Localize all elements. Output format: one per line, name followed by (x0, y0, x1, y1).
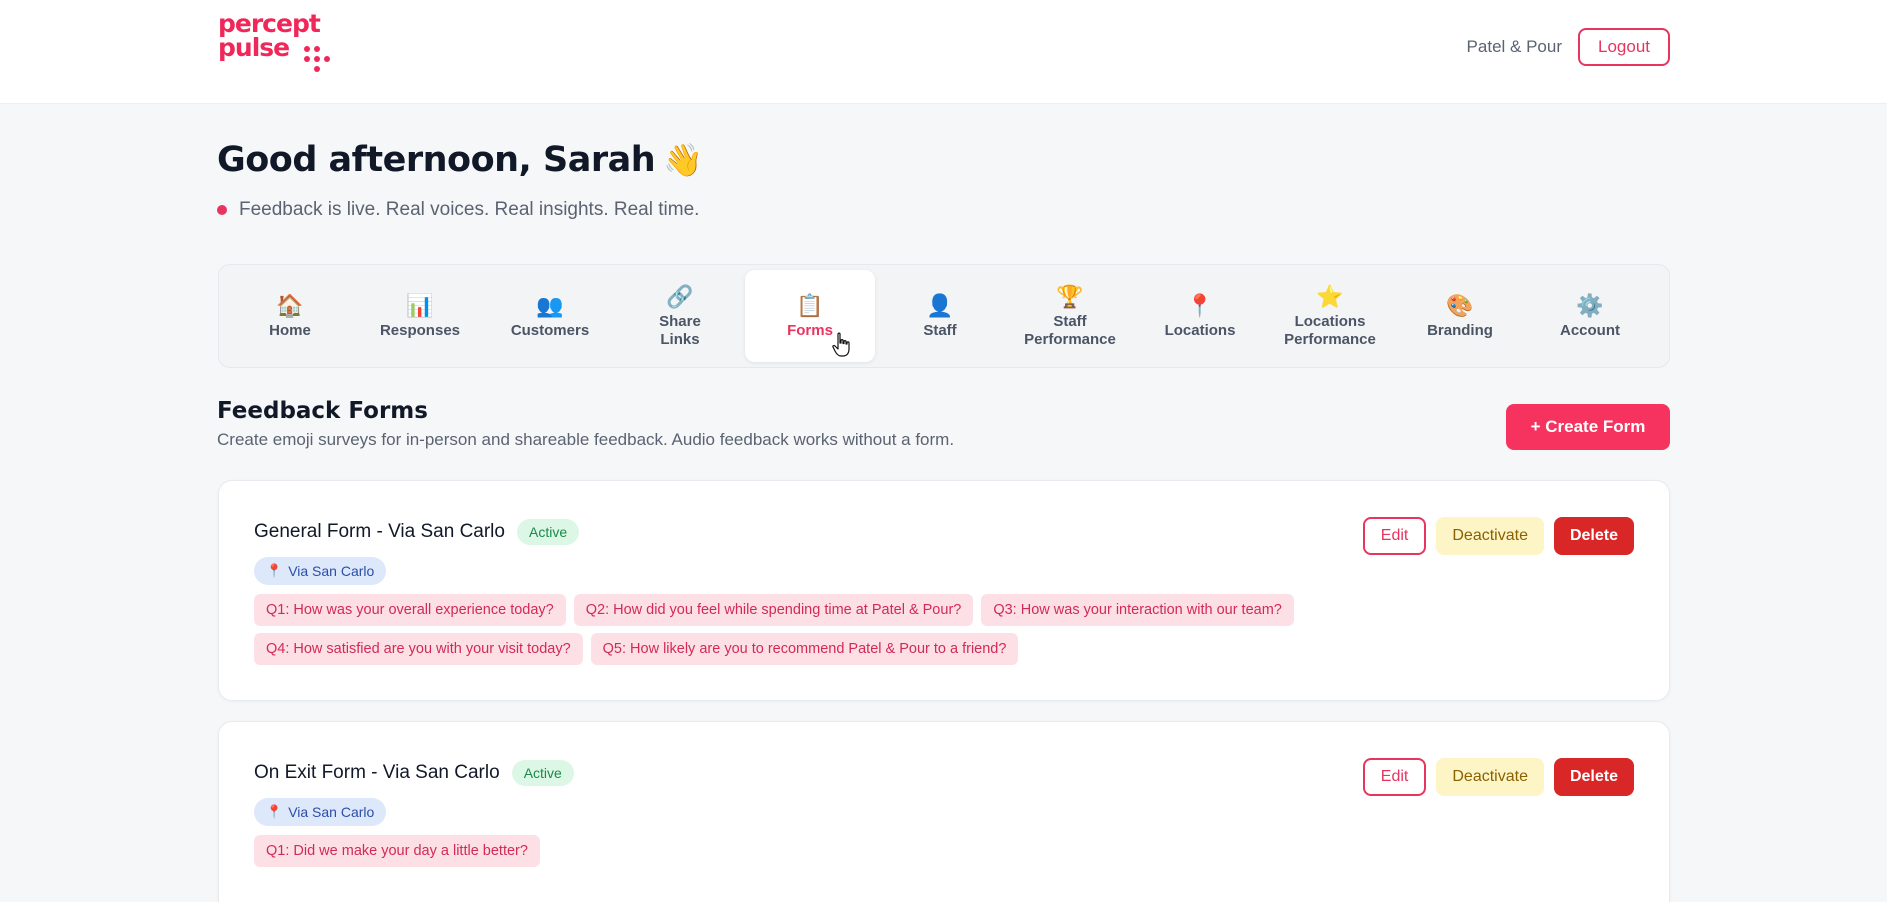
nav-item-home[interactable]: 🏠 Home (225, 270, 355, 362)
nav-item-staff-performance[interactable]: 🏆 Staff Performance (1005, 270, 1135, 362)
edit-button[interactable]: Edit (1362, 758, 1427, 796)
users-icon: 👥 (536, 293, 564, 318)
question-chip: Q1: Did we make your day a little better… (254, 835, 540, 867)
location-label: Via San Carlo (288, 563, 375, 579)
form-card: General Form - Via San Carlo Active 📍 Vi… (218, 480, 1670, 701)
delete-button[interactable]: Delete (1553, 517, 1634, 555)
nav-item-share-links[interactable]: 🔗 Share Links (615, 270, 745, 362)
questions-row: Q1: How was your overall experience toda… (254, 594, 1294, 626)
status-badge: Active (516, 519, 580, 545)
nav-item-locations-performance[interactable]: ⭐ Locations Performance (1265, 270, 1395, 362)
main-nav: 🏠 Home 📊 Responses 👥 Customers 🔗 Share L… (218, 264, 1670, 368)
clipboard-icon: 📋 (796, 293, 824, 318)
question-chip: Q4: How satisfied are you with your visi… (254, 633, 583, 665)
nav-label: Home (269, 322, 311, 339)
nav-label: Branding (1427, 322, 1493, 339)
nav-label: Staff Performance (1024, 313, 1116, 348)
edit-button[interactable]: Edit (1362, 517, 1427, 555)
pin-icon: 📍 (266, 804, 283, 819)
nav-item-account[interactable]: ⚙️ Account (1525, 270, 1655, 362)
page-title: Feedback Forms (217, 398, 428, 424)
nav-item-branding[interactable]: 🎨 Branding (1395, 270, 1525, 362)
status-badge: Active (511, 760, 574, 786)
create-form-button[interactable]: + Create Form (1506, 404, 1670, 450)
link-icon: 🔗 (666, 284, 694, 309)
greeting-text: Good afternoon, Sarah (217, 140, 656, 180)
live-tagline: Feedback is live. Real voices. Real insi… (239, 199, 700, 220)
trophy-icon: 🏆 (1056, 284, 1084, 309)
page-subtitle: Create emoji surveys for in-person and s… (217, 430, 955, 449)
header-account-area: Patel & Pour Logout (1467, 28, 1670, 66)
logout-button[interactable]: Logout (1578, 28, 1670, 66)
nav-label: Account (1560, 322, 1620, 339)
deactivate-button[interactable]: Deactivate (1436, 758, 1544, 796)
live-dot-icon (217, 205, 227, 215)
questions-row: Q1: Did we make your day a little better… (254, 835, 540, 867)
location-chip: 📍 Via San Carlo (254, 557, 387, 585)
logo-dots-icon (304, 46, 334, 76)
nav-label: Customers (510, 322, 590, 339)
business-name: Patel & Pour (1466, 37, 1562, 56)
form-title: On Exit Form - Via San Carlo (254, 762, 500, 783)
question-chip: Q2: How did you feel while spending time… (573, 594, 974, 626)
nav-label: Forms (787, 322, 833, 339)
form-title-row: On Exit Form - Via San Carlo Active (254, 760, 574, 786)
nav-item-responses[interactable]: 📊 Responses (355, 270, 485, 362)
nav-label: Share Links (659, 313, 701, 348)
star-icon: ⭐ (1316, 284, 1344, 309)
nav-label: Responses (379, 322, 461, 339)
nav-item-locations[interactable]: 📍 Locations (1135, 270, 1265, 362)
question-chip: Q5: How likely are you to recommend Pate… (590, 633, 1019, 665)
top-header: percept pulse Patel & Pour Logout (0, 0, 1887, 104)
delete-button[interactable]: Delete (1553, 758, 1634, 796)
deactivate-button[interactable]: Deactivate (1436, 517, 1544, 555)
form-actions: Edit Deactivate Delete (1362, 758, 1634, 796)
nav-item-forms[interactable]: 📋 Forms (745, 270, 875, 362)
person-icon: 👤 (926, 293, 954, 318)
nav-label: Locations Performance (1284, 313, 1376, 348)
pointer-hand-icon (832, 332, 850, 357)
palette-icon: 🎨 (1446, 293, 1474, 318)
pin-icon: 📍 (266, 563, 283, 578)
form-card: On Exit Form - Via San Carlo Active 📍 Vi… (218, 721, 1670, 902)
location-label: Via San Carlo (288, 804, 375, 820)
greeting-title: Good afternoon, Sarah 👋 (217, 140, 703, 180)
location-chip: 📍 Via San Carlo (254, 798, 387, 826)
questions-row: Q4: How satisfied are you with your visi… (254, 633, 1019, 665)
question-chip: Q3: How was your interaction with our te… (981, 594, 1294, 626)
house-icon: 🏠 (276, 293, 304, 318)
nav-item-customers[interactable]: 👥 Customers (485, 270, 615, 362)
nav-label: Locations (1164, 322, 1236, 339)
form-title-row: General Form - Via San Carlo Active (254, 519, 580, 545)
bar-chart-icon: 📊 (406, 293, 434, 318)
gear-icon: ⚙️ (1576, 293, 1604, 318)
waving-hand-icon: 👋 (663, 141, 703, 179)
form-title: General Form - Via San Carlo (254, 521, 505, 542)
percept-pulse-logo[interactable]: percept pulse (218, 11, 338, 82)
pin-icon: 📍 (1186, 293, 1214, 318)
form-actions: Edit Deactivate Delete (1362, 517, 1634, 555)
live-status: Feedback is live. Real voices. Real insi… (217, 199, 699, 221)
nav-label: Staff (923, 322, 957, 339)
nav-item-staff[interactable]: 👤 Staff (875, 270, 1005, 362)
question-chip: Q1: How was your overall experience toda… (254, 594, 566, 626)
